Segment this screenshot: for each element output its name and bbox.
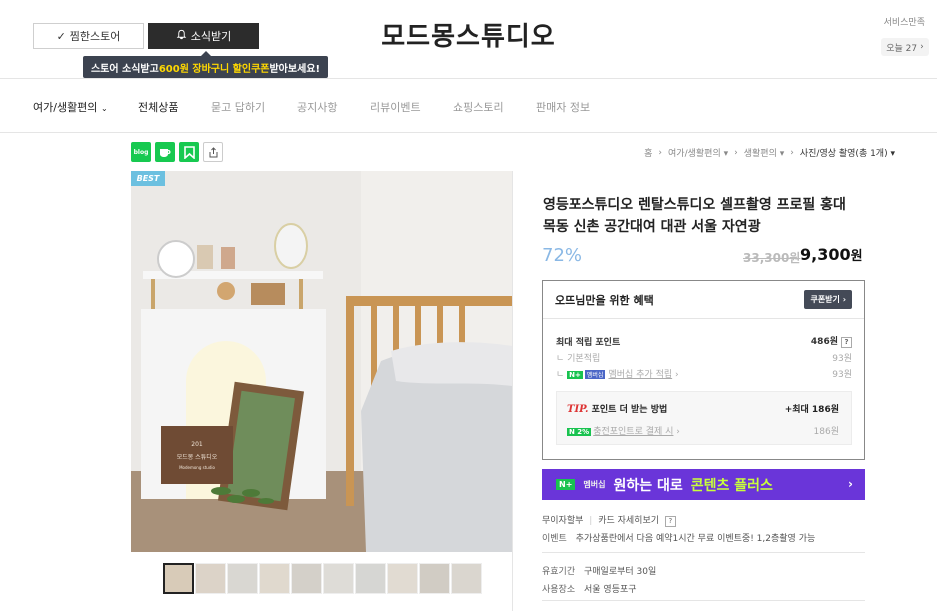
charge-badge: N 2% — [567, 428, 592, 436]
product-title: 영등포스튜디오 렌탈스튜디오 셀프촬영 프로필 홍대 목동 신촌 공간대여 대관… — [543, 197, 846, 235]
tooltip-text-pre: 스토어 소식받고 — [90, 63, 159, 75]
tip-value: +최대 186원 — [784, 405, 839, 415]
nav-item-qna[interactable]: 묻고 답하기 — [211, 99, 265, 115]
nav-item-seller-info[interactable]: 판매자 정보 — [536, 99, 590, 115]
membership-point-value: 93원 — [832, 370, 852, 380]
chevron-right-icon: › — [920, 42, 924, 52]
chevron-right-icon: › — [848, 477, 853, 491]
charge-point-value: 186원 — [813, 427, 839, 437]
chevron-right-icon: › — [658, 147, 663, 158]
basic-point-value: 93원 — [832, 354, 852, 364]
place-value: 서울 영등포구 — [584, 585, 637, 595]
basic-point-label: ㄴ 기본적립 — [556, 354, 601, 364]
share-bar: blog — [131, 142, 223, 162]
product-main-image[interactable]: 201 모드몽 스튜디오 Modemong studio — [131, 171, 512, 552]
bookmark-icon[interactable] — [179, 142, 199, 162]
thumbnail-1[interactable] — [163, 563, 194, 594]
subscribe-tooltip: 스토어 소식받고 600원 장바구니 할인쿠폰 받아보세요! — [83, 51, 328, 78]
banner-membership-label: 멤버십 — [583, 480, 606, 489]
naver-plus-badge: N+ — [567, 371, 583, 379]
thumbnail-8[interactable] — [387, 563, 418, 594]
nav-category-label: 여가/생활편의 — [33, 101, 98, 114]
charge-point-link[interactable]: N 2% 충전포인트로 결제 시 › — [567, 424, 680, 437]
banner-text-highlight: 콘텐츠 플러스 — [690, 477, 773, 494]
svg-text:Modemong studio: Modemong studio — [179, 465, 215, 470]
valid-period-key: 유효기간 — [542, 567, 576, 577]
thumbnail-7[interactable] — [355, 563, 386, 594]
breadcrumb-current[interactable]: 사진/영상 촬영(총 1개) ▾ — [800, 146, 895, 159]
original-price: 33,300원 — [743, 251, 801, 265]
benefit-title: 오뜨님만을 위한 혜택 — [555, 293, 654, 307]
best-badge: BEST — [131, 171, 165, 186]
help-icon[interactable]: ? — [841, 337, 852, 348]
svg-text:201: 201 — [191, 441, 203, 448]
service-satisfaction-value: 오늘 27 — [886, 43, 918, 54]
sale-price-unit: 원 — [850, 249, 863, 264]
nav-item-notice[interactable]: 공지사항 — [297, 99, 337, 115]
info-divider — [542, 552, 865, 553]
max-point-value: 486원? — [811, 334, 852, 348]
thumbnail-5[interactable] — [291, 563, 322, 594]
discount-rate: 72% — [542, 245, 583, 266]
benefit-box: 오뜨님만을 위한 혜택 쿠폰받기 › 최대 적립 포인트 486원? ㄴ 기본적… — [542, 280, 865, 460]
breadcrumb-cat2[interactable]: 생활편의 ▾ — [744, 146, 785, 159]
chevron-right-icon: › — [734, 147, 738, 158]
breadcrumb: 홈 › 여가/생활편의 ▾ › 생활편의 ▾ › 사진/영상 촬영(총 1개) ▾ — [644, 146, 895, 160]
banner-text-main: 원하는 대로 — [613, 477, 683, 494]
event-key: 이벤트 — [542, 534, 567, 544]
card-detail-link[interactable]: 카드 자세히보기 — [598, 516, 659, 526]
column-divider — [512, 171, 513, 611]
tip-title: TIP. 포인트 더 받는 방법 — [567, 402, 667, 415]
installment-label: 무이자할부 — [542, 516, 584, 526]
benefit-header: 오뜨님만을 위한 혜택 쿠폰받기 › — [543, 281, 864, 319]
nav-item-shopping-story[interactable]: 쇼핑스토리 — [453, 99, 504, 115]
naver-plus-icon: N+ — [556, 479, 576, 490]
cafe-share-icon[interactable] — [155, 142, 175, 162]
svg-text:모드몽 스튜디오: 모드몽 스튜디오 — [177, 453, 218, 461]
tip-logo: TIP. — [567, 404, 589, 415]
thumbnail-4[interactable] — [259, 563, 290, 594]
event-value: 추가상품란에서 다음 예약1시간 무료 이벤트중! 1,2층촬영 가능 — [575, 534, 816, 544]
nav-category-dropdown[interactable]: 여가/생활편의 ⌄ — [33, 99, 108, 115]
thumbnail-strip — [163, 563, 482, 594]
breadcrumb-home[interactable]: 홈 — [644, 146, 652, 159]
membership-point-label[interactable]: ㄴ N+ 멤버십 멤버십 추가 적립 › — [556, 367, 679, 380]
tip-box: TIP. 포인트 더 받는 방법 +최대 186원 N 2% 충전포인트로 결제 … — [556, 391, 852, 445]
place-key: 사용장소 — [542, 585, 576, 595]
thumbnail-6[interactable] — [323, 563, 354, 594]
chevron-right-icon: › — [790, 147, 794, 158]
service-satisfaction-badge[interactable]: 오늘 27 › — [881, 38, 929, 56]
installment-row: 무이자할부 | 카드 자세히보기 ? — [542, 513, 676, 527]
event-row: 이벤트 추가상품란에서 다음 예약1시간 무료 이벤트중! 1,2층촬영 가능 — [542, 531, 815, 544]
place-row: 사용장소 서울 영등포구 — [542, 582, 637, 595]
info-divider-bottom — [542, 600, 865, 601]
thumbnail-2[interactable] — [195, 563, 226, 594]
tip-label: 포인트 더 받는 방법 — [591, 405, 668, 415]
valid-period-value: 구매일로부터 30일 — [584, 567, 657, 577]
store-name[interactable]: 모드몽스튜디오 — [0, 16, 937, 53]
valid-period-row: 유효기간 구매일로부터 30일 — [542, 564, 656, 577]
help-icon[interactable]: ? — [664, 516, 676, 527]
sale-price-value: 9,300 — [800, 245, 851, 264]
chevron-down-icon: ⌄ — [100, 104, 108, 113]
nav-item-review-event[interactable]: 리뷰이벤트 — [370, 99, 421, 115]
breadcrumb-cat1[interactable]: 여가/생활편의 ▾ — [668, 146, 728, 159]
sale-price: 9,300원 — [800, 245, 863, 264]
max-point-label: 최대 적립 포인트 — [556, 338, 621, 348]
membership-badge: 멤버십 — [584, 370, 606, 379]
tooltip-highlight: 600원 장바구니 할인쿠폰 — [158, 63, 270, 75]
store-header: ✓ 찜한스토어 소식받기 스토어 소식받고 600원 장바구니 할인쿠폰 받아보… — [0, 0, 937, 79]
thumbnail-3[interactable] — [227, 563, 258, 594]
share-icon[interactable] — [203, 142, 223, 162]
thumbnail-10[interactable] — [451, 563, 482, 594]
tooltip-text-post: 받아보세요! — [269, 63, 321, 75]
store-nav: 여가/생활편의 ⌄ 전체상품 묻고 답하기 공지사항 리뷰이벤트 쇼핑스토리 판… — [0, 80, 937, 133]
blog-share-icon[interactable]: blog — [131, 142, 151, 162]
service-satisfaction-label: 서비스만족 — [883, 18, 925, 28]
membership-banner[interactable]: N+ 멤버십 원하는 대로 콘텐츠 플러스 › — [542, 469, 865, 500]
nav-item-all-products[interactable]: 전체상품 — [138, 99, 178, 115]
thumbnail-9[interactable] — [419, 563, 450, 594]
coupon-button[interactable]: 쿠폰받기 › — [804, 290, 852, 309]
